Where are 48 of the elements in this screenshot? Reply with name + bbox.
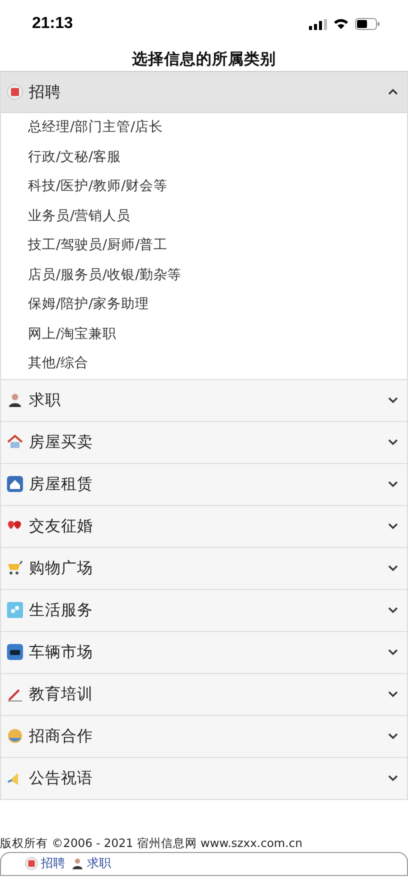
- category-label: 招聘: [29, 82, 62, 102]
- category-header[interactable]: 车辆市场: [1, 632, 407, 672]
- wifi-icon: [333, 18, 349, 30]
- subcategory-item[interactable]: 行政/文秘/客服: [1, 142, 407, 172]
- car-icon: [7, 644, 23, 660]
- category-header[interactable]: 公告祝语: [1, 758, 407, 798]
- category-label: 车辆市场: [29, 642, 94, 662]
- badge-icon: [7, 84, 23, 100]
- category-header[interactable]: 房屋租赁: [1, 464, 407, 504]
- category-header[interactable]: 房屋买卖: [1, 422, 407, 462]
- category-header[interactable]: 购物广场: [1, 548, 407, 588]
- category-label: 求职: [29, 390, 62, 410]
- subcategory-item[interactable]: 店员/服务员/收银/勤杂等: [1, 260, 407, 290]
- subcategory-item[interactable]: 技工/驾驶员/厨师/普工: [1, 231, 407, 260]
- subcategory-item[interactable]: 科技/医护/教师/财会等: [1, 172, 407, 202]
- category-label: 交友征婚: [29, 516, 94, 536]
- signal-icon: [309, 18, 327, 30]
- category-label: 公告祝语: [29, 768, 94, 788]
- nav-link[interactable]: 招聘: [41, 854, 65, 872]
- subcategory-item[interactable]: 保姆/陪护/家务助理: [1, 290, 407, 320]
- house-icon: [7, 476, 23, 492]
- person-icon: [71, 856, 84, 870]
- cart-icon: [7, 560, 23, 576]
- category-header[interactable]: 招商合作: [1, 716, 407, 756]
- subcategory-item[interactable]: 总经理/部门主管/店长: [1, 113, 407, 142]
- category-label: 购物广场: [29, 558, 94, 578]
- nav-link[interactable]: 求职: [87, 854, 111, 872]
- category-label: 生活服务: [29, 600, 94, 620]
- copyright-text: 版权所有 ©2006 - 2021 宿州信息网 www.szxx.com.cn: [0, 836, 304, 850]
- category-label: 房屋租赁: [29, 474, 94, 494]
- house-icon: [7, 434, 23, 450]
- category-header[interactable]: 教育培训: [1, 674, 407, 714]
- category-label: 教育培训: [29, 684, 94, 704]
- subcategory-item[interactable]: 其他/综合: [1, 349, 407, 378]
- person-icon: [7, 392, 23, 408]
- disc-icon: [7, 728, 23, 744]
- category-header[interactable]: 求职: [1, 380, 407, 420]
- category-header[interactable]: 生活服务: [1, 590, 407, 630]
- category-header[interactable]: 交友征婚: [1, 506, 407, 546]
- subcategory-item[interactable]: 网上/淘宝兼职: [1, 320, 407, 349]
- badge-icon: [25, 856, 38, 870]
- category-label: 房屋买卖: [29, 432, 94, 452]
- page-title: 选择信息的所属类别: [131, 49, 277, 70]
- status-time: 21:13: [32, 15, 73, 33]
- category-label: 招商合作: [29, 726, 94, 746]
- subcategory-item[interactable]: 业务员/营销人员: [1, 202, 407, 231]
- battery-icon: [355, 18, 380, 30]
- category-header[interactable]: 招聘: [1, 72, 407, 113]
